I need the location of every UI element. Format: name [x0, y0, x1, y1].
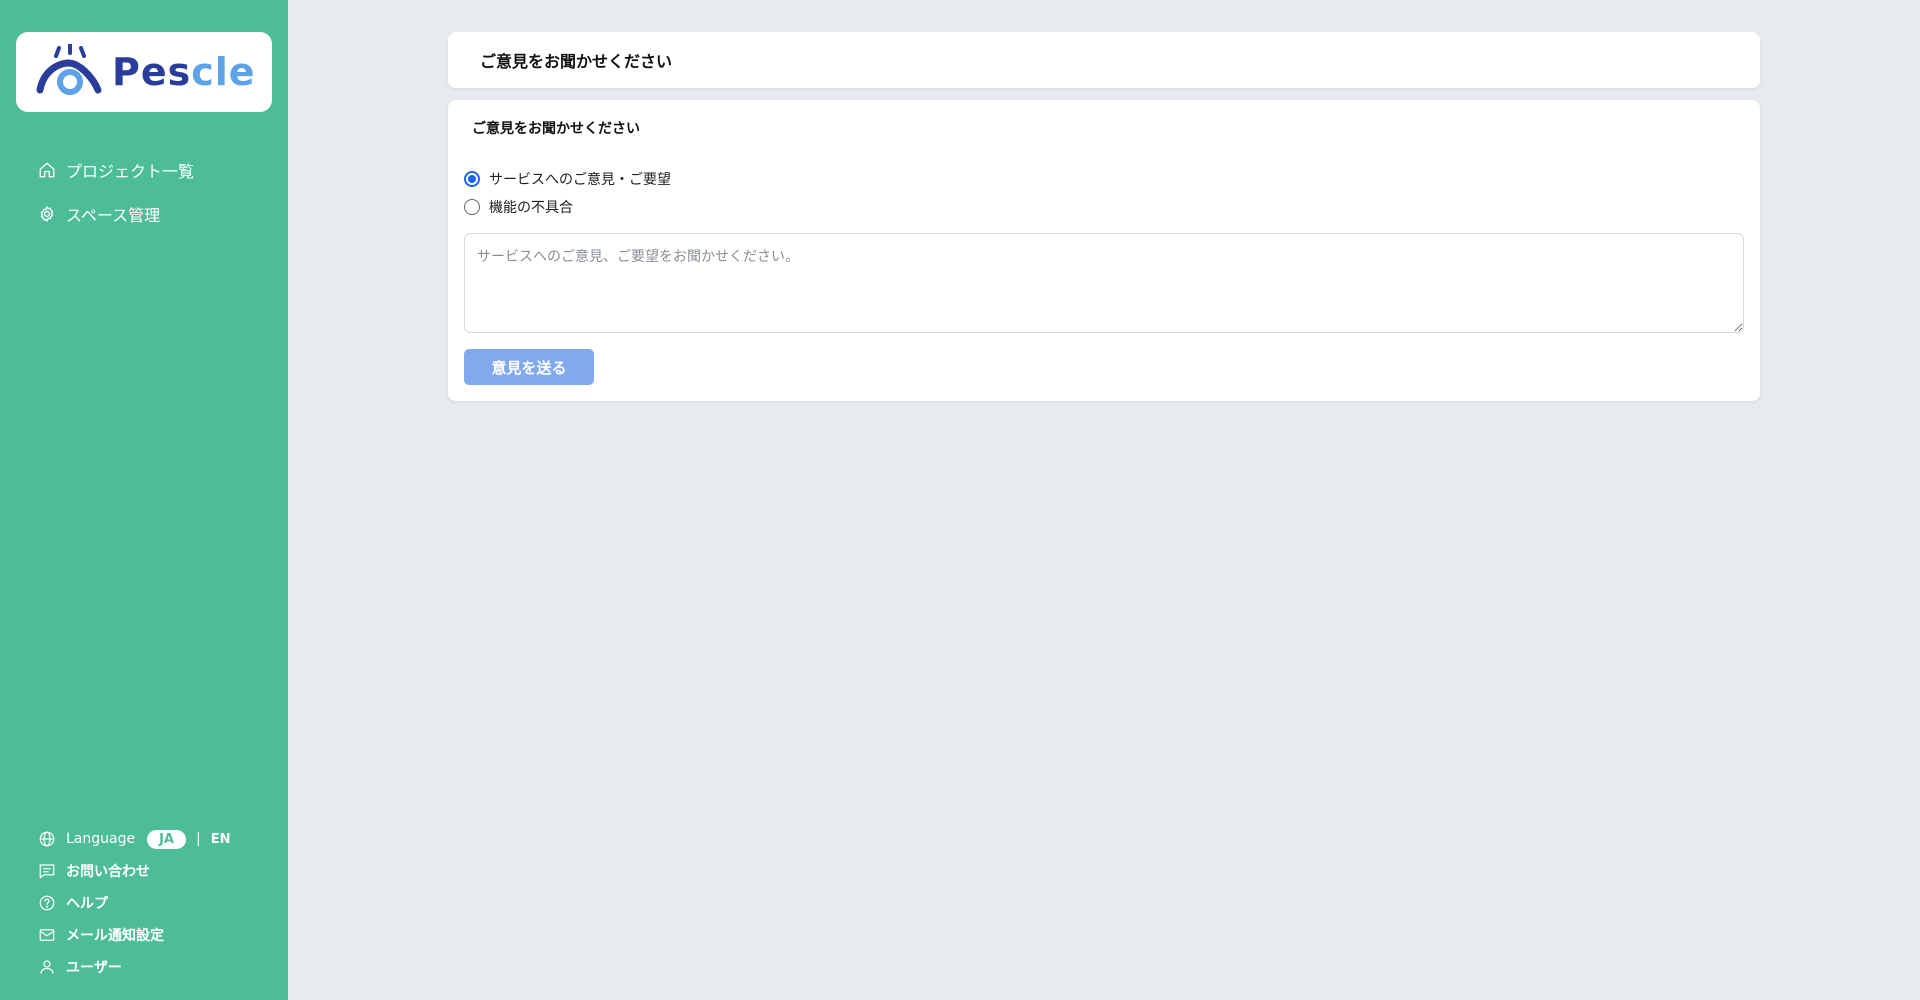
- language-ja-button[interactable]: JA: [147, 829, 186, 849]
- sidebar-item-projects[interactable]: プロジェクト一覧: [0, 152, 288, 188]
- sidebar-item-contact[interactable]: お問い合わせ: [0, 855, 288, 887]
- home-icon: [39, 162, 55, 178]
- logo-text-dark: Pes: [112, 50, 192, 94]
- mail-icon: [39, 929, 55, 941]
- feedback-form: ご意見をお聞かせください サービスへのご意見・ご要望 機能の不具合 意見を送る: [448, 100, 1760, 401]
- logo-text-light: cle: [191, 50, 256, 94]
- radio-option-service-feedback[interactable]: サービスへのご意見・ご要望: [464, 169, 671, 189]
- app: Pescle プロジェクト一覧 スペース管理 Language JA | EN …: [0, 0, 1920, 1000]
- sidebar-nav: プロジェクト一覧 スペース管理: [0, 152, 288, 240]
- sidebar-footer: Language JA | EN お問い合わせ ヘルプ メール通知設定 ユーザー: [0, 823, 288, 983]
- sidebar: Pescle プロジェクト一覧 スペース管理 Language JA | EN …: [0, 0, 288, 1000]
- help-icon: [39, 895, 55, 911]
- radio-label: サービスへのご意見・ご要望: [489, 172, 671, 188]
- language-switcher: Language JA | EN: [0, 823, 288, 855]
- sidebar-item-label: ヘルプ: [66, 896, 108, 912]
- user-icon: [40, 960, 54, 974]
- radio-button[interactable]: [464, 171, 480, 187]
- page-title: ご意見をお聞かせください: [480, 52, 673, 71]
- sidebar-item-help[interactable]: ヘルプ: [0, 887, 288, 919]
- language-separator: |: [196, 831, 201, 847]
- page-header: ご意見をお聞かせください: [448, 32, 1760, 88]
- logo[interactable]: Pescle: [16, 32, 272, 112]
- sidebar-item-user[interactable]: ユーザー: [0, 951, 288, 983]
- sidebar-item-label: プロジェクト一覧: [66, 162, 195, 181]
- sidebar-item-label: スペース管理: [66, 206, 161, 225]
- form-title: ご意見をお聞かせください: [472, 121, 640, 137]
- language-label: Language: [66, 831, 136, 847]
- radio-button[interactable]: [464, 199, 480, 215]
- sidebar-item-label: お問い合わせ: [66, 864, 150, 880]
- gear-icon: [40, 206, 54, 222]
- logo-eye-icon: [36, 44, 102, 95]
- globe-icon: [39, 831, 55, 847]
- radio-label: 機能の不具合: [489, 200, 573, 216]
- main-content: ご意見をお聞かせください ご意見をお聞かせください サービスへのご意見・ご要望 …: [288, 0, 1920, 1000]
- submit-feedback-button[interactable]: 意見を送る: [464, 349, 594, 385]
- sidebar-item-label: メール通知設定: [66, 928, 164, 944]
- message-icon: [39, 864, 55, 879]
- logo-text: Pescle: [112, 53, 256, 91]
- sidebar-item-mail-settings[interactable]: メール通知設定: [0, 919, 288, 951]
- radio-option-bug-report[interactable]: 機能の不具合: [464, 197, 573, 217]
- sidebar-item-label: ユーザー: [66, 960, 122, 976]
- language-en-button[interactable]: EN: [211, 832, 231, 847]
- sidebar-item-space-settings[interactable]: スペース管理: [0, 196, 288, 232]
- feedback-textarea[interactable]: [464, 233, 1744, 333]
